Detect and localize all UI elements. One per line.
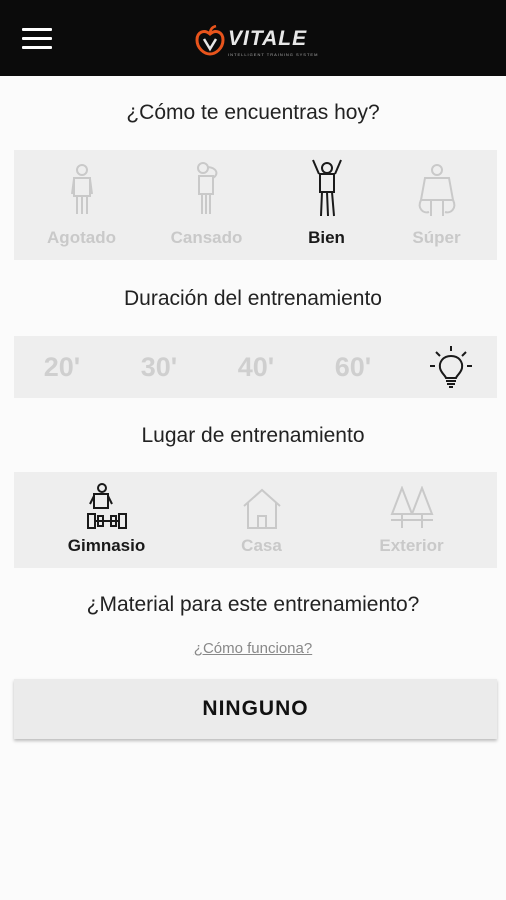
duration-option-30[interactable]: 30': [124, 336, 194, 398]
gym-icon: [86, 483, 127, 529]
location-label: Exterior: [379, 536, 444, 555]
mood-label: Súper: [412, 228, 461, 247]
mood-option-cansado[interactable]: Cansado: [154, 150, 259, 260]
logo-text: VITALE: [228, 27, 308, 50]
super-person-icon: [418, 164, 455, 216]
duration-option-40[interactable]: 40': [221, 336, 291, 398]
how-it-works-link[interactable]: ¿Cómo funciona?: [0, 640, 506, 657]
mood-panel: Agotado Cansado Bien Súper: [14, 150, 497, 260]
trees-icon: [390, 486, 433, 528]
mood-label: Agotado: [47, 228, 116, 247]
tired-person-icon: [196, 162, 217, 214]
duration-panel: 20' 30' 40' 60': [14, 336, 497, 398]
duration-option-20[interactable]: 20': [27, 336, 97, 398]
mood-question: ¿Cómo te encuentras hoy?: [126, 101, 380, 124]
location-panel: Gimnasio Casa Exterior: [14, 472, 497, 568]
auto-duration-button[interactable]: [426, 344, 476, 390]
location-option-casa[interactable]: Casa: [204, 472, 319, 568]
material-question: ¿Material para este entrenamiento?: [86, 593, 420, 616]
vitale-logo: VITALE INTELLIGENT TRAINING SYSTEM: [194, 22, 324, 58]
duration-option-60[interactable]: 60': [318, 336, 388, 398]
house-icon: [242, 488, 281, 529]
location-label: Casa: [241, 536, 282, 555]
location-label: Gimnasio: [67, 536, 146, 555]
apple-logo-icon: [195, 25, 225, 56]
hamburger-menu-icon[interactable]: [22, 28, 52, 50]
location-option-gimnasio[interactable]: Gimnasio: [49, 472, 164, 568]
exhausted-person-icon: [70, 164, 93, 214]
mood-label: Cansado: [170, 228, 243, 247]
material-none-button[interactable]: NINGUNO: [14, 679, 497, 739]
top-bar: VITALE INTELLIGENT TRAINING SYSTEM: [0, 0, 506, 76]
logo-subtitle: INTELLIGENT TRAINING SYSTEM: [228, 52, 319, 57]
mood-label: Bien: [308, 228, 345, 247]
mood-option-agotado[interactable]: Agotado: [29, 150, 134, 260]
mood-option-super[interactable]: Súper: [384, 150, 489, 260]
mood-option-bien[interactable]: Bien: [274, 150, 379, 260]
location-option-exterior[interactable]: Exterior: [354, 472, 469, 568]
location-title: Lugar de entrenamiento: [141, 424, 365, 447]
good-person-icon: [311, 159, 342, 217]
lightbulb-icon: [430, 346, 472, 388]
duration-title: Duración del entrenamiento: [124, 287, 382, 310]
